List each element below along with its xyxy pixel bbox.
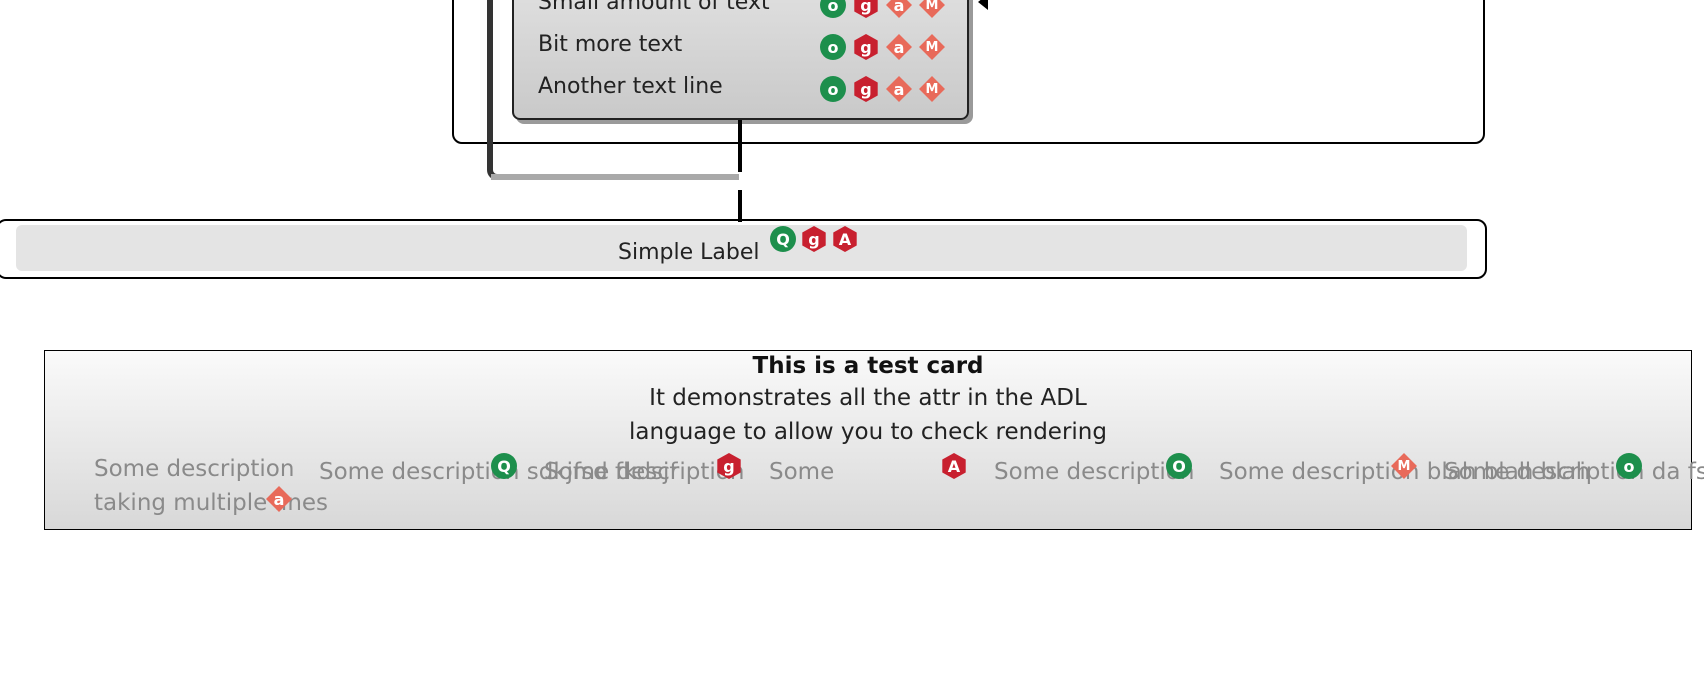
connector-line-lower (738, 190, 742, 222)
circle-badge-icon: O (1166, 453, 1192, 479)
diamond-badge-icon: M (919, 34, 945, 60)
arrowhead-icon (978, 0, 988, 10)
circle-badge-icon: o (820, 0, 846, 18)
circle-badge-icon: o (820, 76, 846, 102)
diamond-badge-icon: a (886, 34, 912, 60)
hexagon-badge-icon: A (833, 226, 857, 252)
test-card-line-2: language to allow you to check rendering (629, 419, 1107, 445)
card-row-2: Bit more text (538, 32, 683, 57)
diamond-badge-icon: M (919, 0, 945, 18)
card-row-3: Another text line (538, 74, 723, 99)
test-card-line-1: It demonstrates all the attr in the ADL (649, 385, 1087, 411)
simple-label-container[interactable]: Simple Label (0, 219, 1487, 279)
circle-badge-icon: o (820, 34, 846, 60)
diamond-badge-icon: a (886, 0, 912, 18)
hexagon-badge-icon: g (854, 0, 878, 18)
test-card-title: This is a test card (752, 353, 984, 379)
description-3: Some description (544, 459, 745, 485)
text-lines-card[interactable]: Small amount of text o g a M Bit more te… (512, 0, 969, 120)
hexagon-badge-icon: g (854, 34, 878, 60)
row-3-badges: o g a M (820, 76, 945, 102)
circle-badge-icon: o (1616, 453, 1642, 479)
circle-badge-icon: Q (491, 453, 517, 479)
simple-label-badges: Q g A (770, 226, 858, 252)
hexagon-badge-icon: A (942, 453, 966, 479)
row-1-badges: o g a M (820, 0, 945, 18)
diamond-badge-icon: a (886, 76, 912, 102)
circle-badge-icon: Q (770, 226, 796, 252)
description-1: Some description taking multiple lines (94, 456, 329, 516)
hexagon-badge-icon: g (854, 76, 878, 102)
simple-label-text: Simple Label (618, 240, 760, 265)
row-2-badges: o g a M (820, 34, 945, 60)
description-5: Some description (994, 459, 1195, 485)
description-7: Some description da fsdf sdf (1444, 459, 1704, 485)
connector-line-upper (738, 120, 742, 172)
hexagon-badge-icon: g (802, 226, 826, 252)
diamond-badge-icon: M (919, 76, 945, 102)
test-card[interactable]: This is a test card It demonstrates all … (44, 350, 1704, 530)
card-row-1: Small amount of text (538, 0, 770, 15)
description-4: Some (769, 459, 835, 485)
